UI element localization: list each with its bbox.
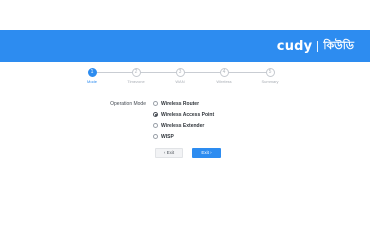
step-number: 1	[87, 68, 97, 77]
radio-button[interactable]	[153, 123, 158, 128]
radio-option-label: Wireless Extender	[161, 122, 205, 129]
wizard-stepper: 1 Mode 2 Timezone 3 WAN 4 Wireless 5 Sum…	[72, 68, 296, 88]
brand-native-name: কিউডি	[323, 38, 354, 52]
step-label: Summary	[261, 79, 279, 84]
brand-name: cudy	[276, 38, 313, 54]
setup-wizard-page: cudy কিউডি 1 Mode 2 Timezone 3 WAN 4 Wir…	[0, 0, 370, 200]
step-number: 3	[175, 68, 185, 77]
step-summary: 5 Summary	[248, 68, 292, 84]
radio-button[interactable]	[153, 101, 158, 106]
radio-button[interactable]	[153, 134, 158, 139]
radio-option-wisp[interactable]: WISP	[153, 133, 214, 140]
brand-separator	[317, 40, 319, 52]
step-number: 5	[265, 68, 275, 77]
step-label: Timezone	[127, 79, 145, 84]
step-mode: 1 Mode	[70, 68, 114, 84]
radio-button-selected[interactable]	[153, 112, 158, 117]
radio-option-label: Wireless Access Point	[161, 111, 215, 118]
step-label: WAN	[175, 79, 185, 84]
step-label: Mode	[86, 79, 97, 84]
step-number: 2	[131, 68, 141, 77]
radio-option-wireless-router[interactable]: Wireless Router	[153, 100, 214, 107]
operation-mode-radio-group: Wireless Router Wireless Access Point Wi…	[153, 100, 214, 144]
step-label: Wireless	[216, 79, 232, 84]
step-wireless: 4 Wireless	[202, 68, 246, 84]
brand-logo: cudy কিউডি	[277, 38, 354, 54]
back-exit-button[interactable]: ‹ Exit	[155, 148, 183, 158]
step-timezone: 2 Timezone	[114, 68, 158, 84]
next-exit-button[interactable]: Exit ›	[192, 148, 221, 158]
radio-option-label: Wireless Router	[161, 100, 200, 107]
operation-mode-label: Operation Mode	[110, 101, 146, 107]
radio-option-wireless-access-point[interactable]: Wireless Access Point	[153, 111, 214, 118]
top-header-bar: cudy কিউডি	[0, 30, 370, 62]
step-number: 4	[219, 68, 229, 77]
radio-option-wireless-extender[interactable]: Wireless Extender	[153, 122, 214, 129]
radio-option-label: WISP	[161, 133, 174, 140]
step-wan: 3 WAN	[158, 68, 202, 84]
